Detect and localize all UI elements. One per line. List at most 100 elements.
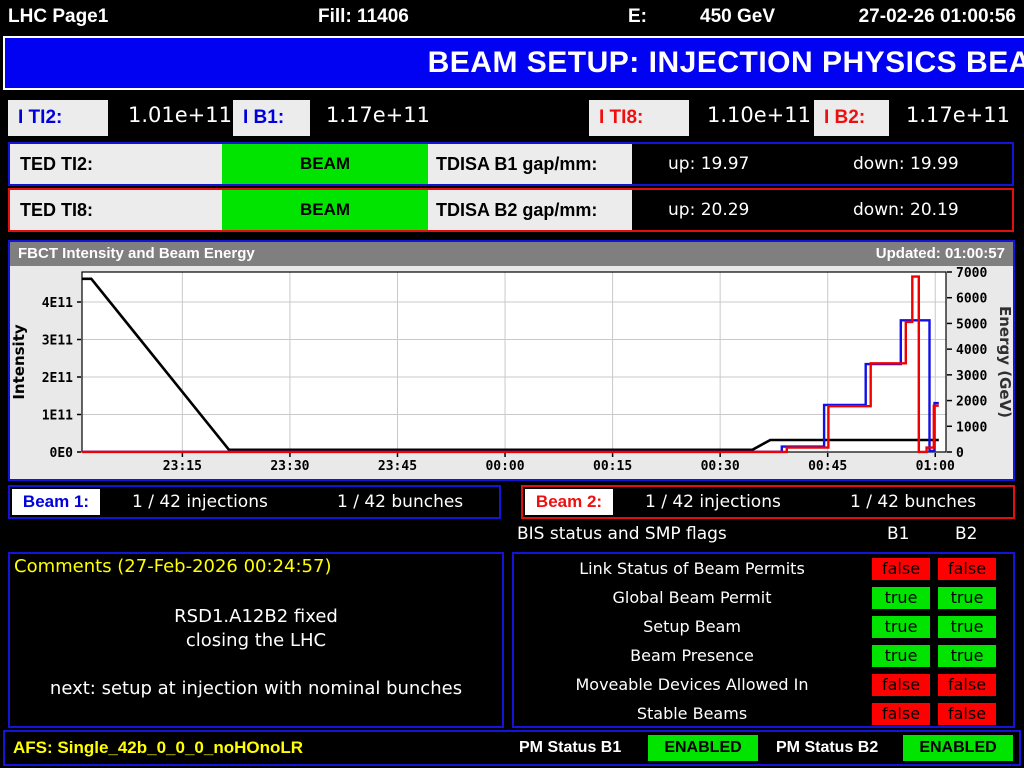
page-title: BEAM SETUP: INJECTION PHYSICS BEAM (427, 46, 1024, 79)
flag-row: Moveable Devices Allowed In false false (514, 671, 1013, 700)
label-i-ti2: I TI2: (8, 100, 108, 136)
flag-b1-badge: true (872, 616, 930, 638)
svg-text:1000: 1000 (956, 420, 987, 435)
flag-b1-badge: false (872, 674, 930, 696)
pm-status-b2-label: PM Status B2 (776, 739, 879, 756)
flag-label: Moveable Devices Allowed In (575, 675, 809, 694)
svg-text:1E11: 1E11 (42, 409, 73, 424)
svg-text:4000: 4000 (956, 343, 987, 358)
svg-text:2E11: 2E11 (42, 371, 73, 386)
beam2-label: Beam 2: (525, 489, 613, 515)
value-i-ti8: 1.10e+11 (707, 103, 811, 127)
pm-status-b1-label: PM Status B1 (519, 739, 622, 756)
bis-flags-box: Link Status of Beam Permits false false … (512, 552, 1015, 728)
ted-ti2-status: BEAM (222, 144, 428, 184)
flag-b2-badge: true (938, 645, 996, 667)
flag-row: Stable Beams false false (514, 700, 1013, 729)
fbct-chart: 0E0 1E11 2E11 3E11 4E11 0 1000 2000 3000 4000 5000… (10, 266, 1013, 474)
top-status-bar: LHC Page1 Fill: 11406 E: 450 GeV 27-02-2… (0, 0, 1024, 34)
svg-text:00:00: 00:00 (485, 459, 524, 474)
label-i-b2: I B2: (814, 100, 889, 136)
label-i-ti8: I TI8: (589, 100, 689, 136)
flag-row: Beam Presence true true (514, 642, 1013, 671)
flag-b1-badge: false (872, 558, 930, 580)
energy-label: E: (628, 6, 647, 27)
tdisa-b1-up: up: 19.97 (668, 154, 750, 174)
beam1-injections: 1 / 42 injections (132, 492, 268, 512)
datetime: 27-02-26 01:00:56 (858, 6, 1016, 27)
tdisa-b2-up: up: 20.29 (668, 200, 750, 220)
svg-text:01:00: 01:00 (916, 459, 955, 474)
ted-ti8-status: BEAM (222, 190, 428, 230)
bis-title: BIS status and SMP flags (517, 524, 727, 544)
flag-b1-badge: true (872, 645, 930, 667)
beam1-status-box: Beam 1: 1 / 42 injections 1 / 42 bunches (8, 485, 501, 519)
ted-ti2-row: TED TI2: BEAM TDISA B1 gap/mm: up: 19.97… (8, 142, 1014, 186)
value-i-ti2: 1.01e+11 (128, 103, 232, 127)
svg-text:4E11: 4E11 (42, 296, 73, 311)
label-i-b1: I B1: (233, 100, 310, 136)
flag-b2-badge: false (938, 674, 996, 696)
flag-row: Global Beam Permit true true (514, 584, 1013, 613)
fbct-chart-panel: FBCT Intensity and Beam Energy Updated: … (8, 240, 1015, 481)
app-title: LHC Page1 (8, 6, 109, 27)
tdisa-b2-down: down: 20.19 (853, 200, 959, 220)
svg-text:7000: 7000 (956, 266, 987, 281)
svg-text:0E0: 0E0 (50, 446, 74, 461)
lhc-page1: LHC Page1 Fill: 11406 E: 450 GeV 27-02-2… (0, 0, 1024, 768)
svg-text:23:15: 23:15 (163, 459, 202, 474)
flag-b1-badge: true (872, 587, 930, 609)
svg-text:5000: 5000 (956, 317, 987, 332)
ted-ti2-label: TED TI2: (10, 144, 222, 184)
value-i-b1: 1.17e+11 (326, 103, 430, 127)
mode-banner: BEAM SETUP: INJECTION PHYSICS BEAM (3, 36, 1024, 90)
svg-text:00:45: 00:45 (808, 459, 847, 474)
beam2-status-box: Beam 2: 1 / 42 injections 1 / 42 bunches (521, 485, 1015, 519)
ted-ti8-row: TED TI8: BEAM TDISA B2 gap/mm: up: 20.29… (8, 188, 1014, 232)
comment-line: closing the LHC (185, 630, 327, 651)
svg-text:0: 0 (956, 446, 964, 461)
svg-text:23:45: 23:45 (378, 459, 417, 474)
bis-col-b1: B1 (887, 524, 910, 544)
flag-row: Link Status of Beam Permits false false (514, 555, 1013, 584)
pm-status-b2-badge: ENABLED (903, 735, 1013, 761)
flag-label: Setup Beam (643, 617, 741, 636)
comment-line: next: setup at injection with nominal bu… (49, 678, 463, 699)
flag-label: Stable Beams (636, 704, 748, 723)
flag-row: Setup Beam true true (514, 613, 1013, 642)
svg-text:3000: 3000 (956, 369, 987, 384)
chart-title: FBCT Intensity and Beam Energy (18, 245, 255, 262)
comments-box: Comments (27-Feb-2026 00:24:57) RSD1.A12… (8, 552, 504, 728)
fill-number: Fill: 11406 (318, 6, 409, 27)
comment-line: RSD1.A12B2 fixed (174, 606, 338, 627)
flag-b2-badge: true (938, 587, 996, 609)
value-i-b2: 1.17e+11 (906, 103, 1010, 127)
flag-label: Beam Presence (630, 646, 754, 665)
chart-header: FBCT Intensity and Beam Energy Updated: … (10, 242, 1013, 266)
bis-header: BIS status and SMP flags B1 B2 (512, 522, 1015, 550)
svg-text:2000: 2000 (956, 395, 987, 410)
beam2-injections: 1 / 42 injections (645, 492, 781, 512)
bis-col-b2: B2 (955, 524, 978, 544)
svg-text:Energy (GeV): Energy (GeV) (996, 306, 1013, 418)
energy-value: 450 GeV (700, 6, 775, 27)
beam1-bunches: 1 / 42 bunches (337, 492, 464, 512)
flag-b2-badge: false (938, 703, 996, 725)
svg-text:00:30: 00:30 (701, 459, 740, 474)
svg-text:23:30: 23:30 (270, 459, 309, 474)
svg-text:6000: 6000 (956, 292, 987, 307)
tdisa-b2-label: TDISA B2 gap/mm: (428, 190, 632, 230)
comments-title: Comments (27-Feb-2026 00:24:57) (14, 556, 332, 577)
beam2-bunches: 1 / 42 bunches (850, 492, 977, 512)
tdisa-b1-down: down: 19.99 (853, 154, 959, 174)
flag-b2-badge: false (938, 558, 996, 580)
flag-label: Global Beam Permit (612, 588, 772, 607)
ted-ti8-label: TED TI8: (10, 190, 222, 230)
flag-label: Link Status of Beam Permits (579, 559, 805, 578)
chart-updated: Updated: 01:00:57 (875, 245, 1005, 262)
svg-text:3E11: 3E11 (42, 334, 73, 349)
tdisa-b1-label: TDISA B1 gap/mm: (428, 144, 632, 184)
flag-b1-badge: false (872, 703, 930, 725)
flag-b2-badge: true (938, 616, 996, 638)
beam1-label: Beam 1: (12, 489, 100, 515)
